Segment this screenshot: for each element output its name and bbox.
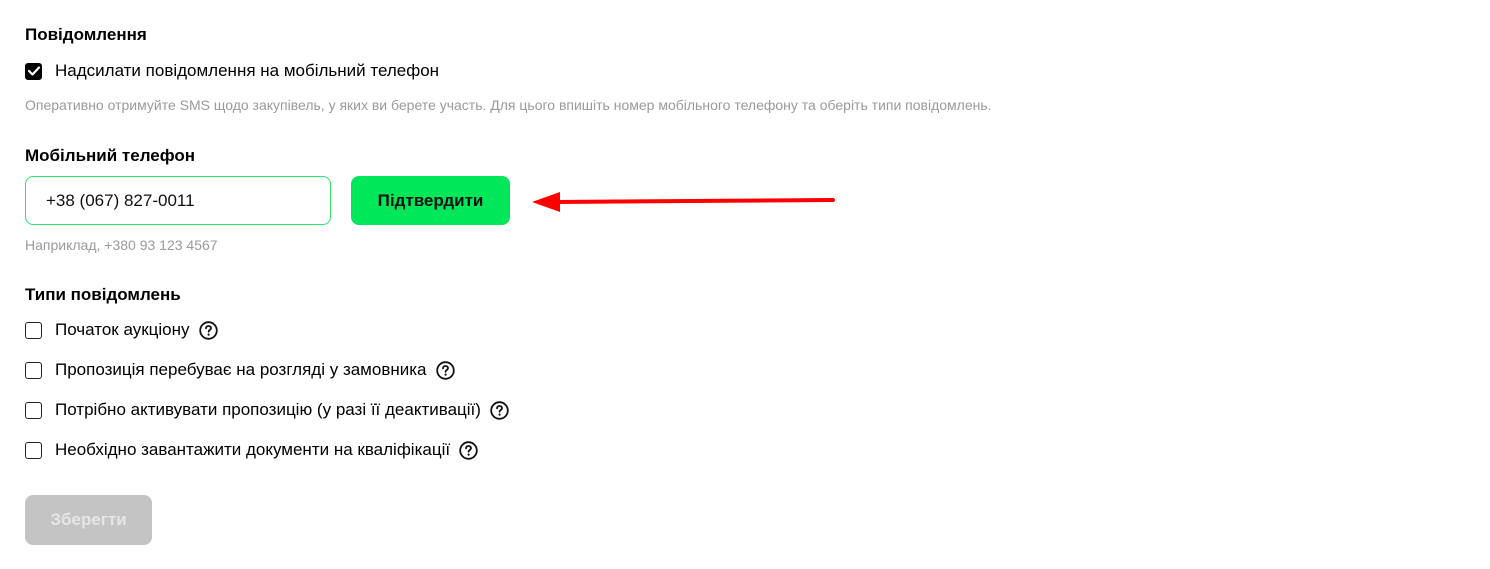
check-icon xyxy=(27,66,40,76)
help-icon[interactable] xyxy=(198,320,218,340)
confirm-button[interactable]: Підтвердити xyxy=(351,176,510,225)
type-item-activate-offer[interactable]: Потрібно активувати пропозицію (у разі ї… xyxy=(25,400,509,420)
phone-hint: Наприклад, +380 93 123 4567 xyxy=(25,237,218,253)
types-title: Типи повідомлень xyxy=(25,285,181,304)
phone-input[interactable] xyxy=(25,176,331,225)
sms-checkbox[interactable] xyxy=(25,62,42,80)
help-icon[interactable] xyxy=(459,440,478,460)
type-checkbox[interactable] xyxy=(25,321,42,339)
type-item-under-review[interactable]: Пропозиція перебуває на розгляді у замов… xyxy=(25,360,455,380)
type-checkbox[interactable] xyxy=(25,361,42,379)
type-label: Потрібно активувати пропозицію (у разі ї… xyxy=(55,400,481,419)
type-checkbox[interactable] xyxy=(25,441,42,459)
save-button[interactable]: Зберегти xyxy=(25,495,152,545)
help-icon[interactable] xyxy=(490,400,509,420)
type-item-auction-start[interactable]: Початок аукціону xyxy=(25,320,218,340)
arrow-left-icon xyxy=(532,192,835,212)
phone-title: Мобільний телефон xyxy=(25,146,196,165)
notifications-title: Повідомлення xyxy=(25,25,147,44)
sms-checkbox-row[interactable]: Надсилати повідомлення на мобільний теле… xyxy=(25,61,439,81)
notifications-description: Оперативно отримуйте SMS щодо закупівель… xyxy=(25,97,992,113)
notification-settings: Повідомлення Надсилати повідомлення на м… xyxy=(0,0,1490,569)
sms-checkbox-label: Надсилати повідомлення на мобільний теле… xyxy=(55,61,440,80)
type-label: Пропозиція перебуває на розгляді у замов… xyxy=(55,360,427,379)
type-checkbox[interactable] xyxy=(25,401,42,419)
type-label: Початок аукціону xyxy=(55,320,190,339)
type-item-upload-documents[interactable]: Необхідно завантажити документи на квалі… xyxy=(25,440,478,460)
type-label: Необхідно завантажити документи на квалі… xyxy=(55,440,451,459)
help-icon[interactable] xyxy=(435,360,455,380)
